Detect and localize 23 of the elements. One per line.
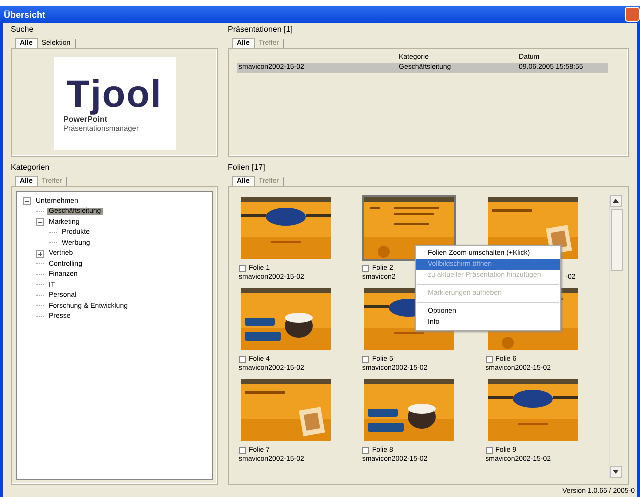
checkbox[interactable] <box>239 265 246 272</box>
logo-text: PowerPoint <box>64 114 108 124</box>
collapse-icon[interactable] <box>23 197 31 206</box>
checkbox[interactable] <box>239 447 246 454</box>
logo-name: Tjool <box>66 74 162 114</box>
checkbox[interactable] <box>486 356 493 363</box>
group-title: Präsentationen [1] <box>228 25 294 35</box>
scroll-thumb[interactable] <box>611 209 623 271</box>
checkbox[interactable] <box>486 447 493 454</box>
group-title: Kategorien <box>11 163 51 173</box>
checkbox[interactable] <box>362 356 370 363</box>
group-title: Folien [17] <box>228 163 266 173</box>
expand-icon[interactable] <box>36 250 44 258</box>
checkbox[interactable] <box>239 356 246 363</box>
scroll-down-icon[interactable] <box>613 470 619 474</box>
close-icon[interactable] <box>625 7 640 22</box>
window-title: Übersicht <box>4 10 46 20</box>
scroll-up-icon[interactable] <box>613 199 619 203</box>
collapse-icon[interactable] <box>36 218 44 226</box>
checkbox[interactable] <box>362 265 370 272</box>
checkbox[interactable] <box>362 447 370 454</box>
scrollbar[interactable] <box>609 195 624 478</box>
group-title: Suche <box>11 25 35 35</box>
